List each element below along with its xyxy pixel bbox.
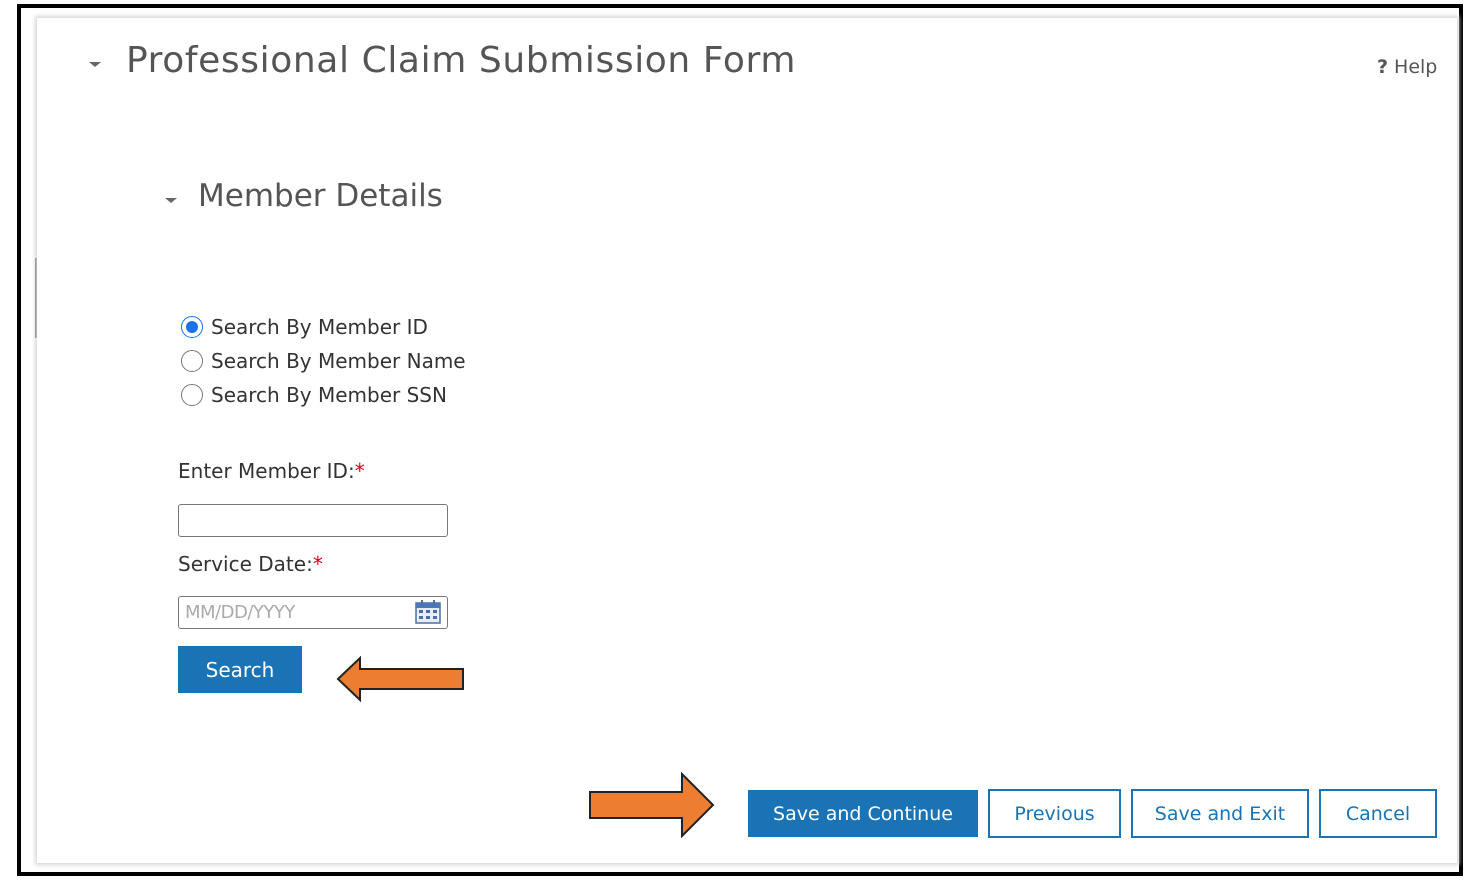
member-id-input[interactable]	[178, 504, 448, 537]
required-marker: *	[312, 552, 323, 576]
radio-search-by-member-name[interactable]: Search By Member Name	[181, 348, 466, 374]
member-id-label: Enter Member ID:*	[178, 459, 365, 483]
help-label: Help	[1394, 56, 1438, 78]
required-marker: *	[354, 459, 365, 483]
annotation-arrow-left-icon	[336, 656, 464, 702]
radio-button[interactable]	[181, 384, 203, 406]
radio-label: Search By Member SSN	[211, 383, 447, 407]
previous-button[interactable]: Previous	[988, 789, 1121, 838]
help-icon: ?	[1377, 56, 1389, 78]
claim-form-panel	[37, 18, 1457, 863]
member-id-label-text: Enter Member ID:	[178, 459, 355, 483]
search-button[interactable]: Search	[178, 646, 302, 693]
radio-search-by-member-id[interactable]: Search By Member ID	[181, 314, 428, 340]
collapse-form-caret-icon[interactable]	[89, 62, 101, 67]
screenshot-canvas: Professional Claim Submission Form ? Help…	[0, 0, 1473, 884]
calendar-icon[interactable]	[414, 599, 442, 625]
save-and-continue-button[interactable]: Save and Continue	[748, 790, 978, 837]
radio-label: Search By Member ID	[211, 315, 428, 339]
section-title-member-details: Member Details	[198, 178, 443, 214]
radio-label: Search By Member Name	[211, 349, 466, 373]
radio-search-by-member-ssn[interactable]: Search By Member SSN	[181, 382, 447, 408]
service-date-label-text: Service Date:	[178, 552, 313, 576]
help-link[interactable]: ? Help	[1377, 56, 1437, 78]
collapse-section-caret-icon[interactable]	[165, 198, 177, 203]
page-title: Professional Claim Submission Form	[126, 40, 796, 81]
annotation-arrow-right-icon	[589, 772, 715, 838]
cancel-button[interactable]: Cancel	[1319, 789, 1437, 838]
radio-button[interactable]	[181, 350, 203, 372]
service-date-input[interactable]: MM/DD/YYYY	[178, 596, 448, 629]
service-date-label: Service Date:*	[178, 552, 323, 576]
save-and-exit-button[interactable]: Save and Exit	[1131, 789, 1309, 838]
service-date-placeholder: MM/DD/YYYY	[185, 602, 295, 623]
radio-button-checked[interactable]	[181, 316, 203, 338]
